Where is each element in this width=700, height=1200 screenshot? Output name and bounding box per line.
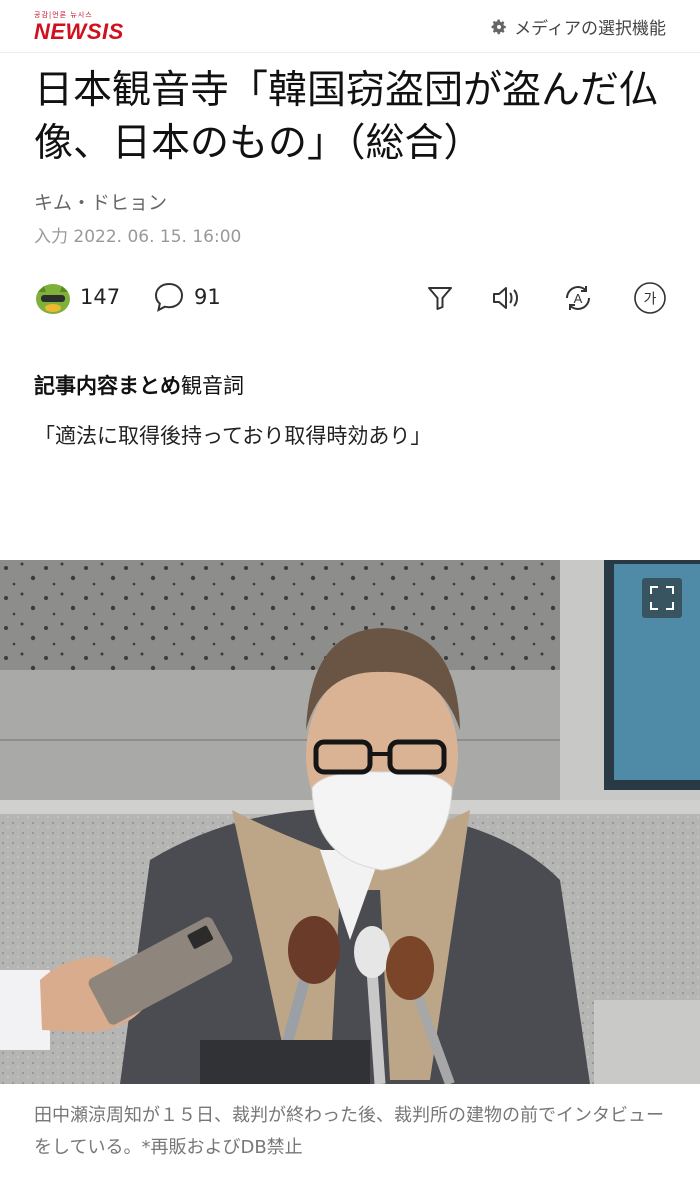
comment-icon[interactable] — [152, 280, 186, 314]
media-select-label: メディアの選択機能 — [514, 19, 666, 39]
summary-body: 「適法に取得後持っており取得時効あり」 — [34, 424, 432, 448]
summary-title-rest: 観音詞 — [181, 374, 244, 398]
newsis-logo[interactable]: 공감|언론 뉴시스 NEWSIS — [34, 10, 124, 45]
summary-title-bold: 記事内容まとめ — [34, 374, 181, 398]
reaction-emoji-icon[interactable] — [34, 280, 72, 316]
comment-count: 91 — [194, 285, 221, 309]
translate-icon: A — [566, 286, 590, 310]
expand-icon — [650, 586, 674, 610]
summary-title: 記事内容まとめ観音詞 — [34, 370, 244, 400]
author-name[interactable]: キム・ドヒョン — [34, 188, 167, 215]
speaker-icon — [493, 287, 518, 309]
media-select-button[interactable]: メディアの選択機能 — [490, 14, 666, 39]
font-size-icon: 가 — [634, 282, 666, 314]
publish-date: 入力 2022. 06. 15. 16:00 — [34, 227, 242, 247]
svg-text:A: A — [574, 291, 583, 306]
svg-text:가: 가 — [644, 292, 657, 308]
expand-photo-button[interactable] — [642, 578, 682, 618]
gear-icon — [491, 19, 506, 34]
top-bar: 공감|언론 뉴시스 NEWSIS メディアの選択機能 — [0, 0, 700, 53]
translate-button[interactable]: A — [560, 280, 596, 316]
filter-icon — [428, 287, 452, 310]
listen-button[interactable] — [488, 280, 524, 316]
logo-wordmark: NEWSIS — [34, 19, 124, 44]
font-size-button[interactable]: 가 — [632, 280, 668, 316]
article-photo[interactable] — [0, 560, 700, 1084]
article-toolbar: 147 91 A 가 — [34, 278, 668, 318]
filter-button[interactable] — [422, 280, 458, 316]
article-headline: 日本観音寺「韓国窃盗団が盗んだ仏像、日本のもの」（総合） — [34, 68, 659, 166]
photo-illustration — [0, 560, 700, 1084]
reaction-count: 147 — [80, 285, 121, 309]
photo-caption: 田中瀬涼周知が１５日、裁判が終わった後、裁判所の建物の前でインタビューをしている… — [34, 1105, 664, 1158]
